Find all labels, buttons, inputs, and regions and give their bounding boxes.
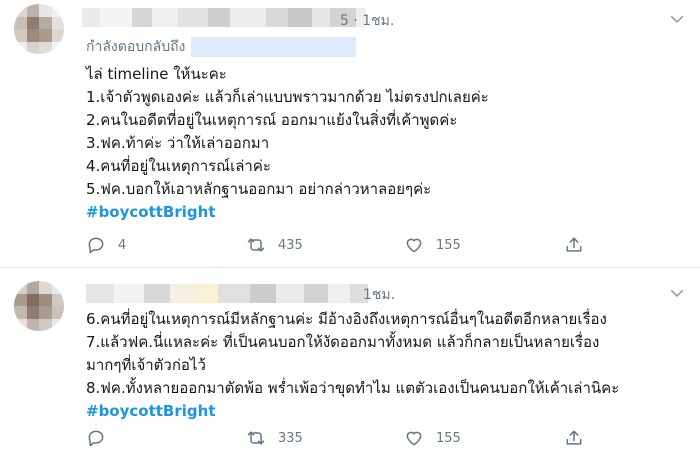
- tweet-text: ไล่ timeline ให้นะคะ 1.เจ้าตัวพูดเองค่ะ …: [86, 63, 682, 224]
- reply-icon: [88, 237, 104, 254]
- reply-button[interactable]: [86, 428, 118, 448]
- replying-to: กำลังตอบกลับถึง: [86, 36, 357, 58]
- blurred-reply-handle[interactable]: [191, 37, 357, 57]
- tweet-line: 1.เจ้าตัวพูดเองค่ะ แล้วก็เล่าแบบพราวมากด…: [86, 88, 489, 106]
- like-count: 155: [436, 430, 461, 446]
- blurred-username[interactable]: [86, 284, 368, 303]
- heart-icon: [406, 238, 422, 253]
- like-button[interactable]: 155: [404, 235, 461, 255]
- tweet-line: ไล่ timeline ให้นะคะ: [86, 65, 227, 83]
- like-count: 155: [436, 237, 461, 253]
- avatar[interactable]: [14, 4, 64, 54]
- tweet-line: 4.คนที่อยู่ในเหตุการณ์เล่าค่ะ: [86, 157, 271, 175]
- tweet-line: 5.ฟค.บอกให้เอาหลักฐานออกมา อย่ากล่าวหาลอ…: [86, 180, 432, 198]
- blurred-username[interactable]: [82, 8, 366, 27]
- tweet-timestamp[interactable]: 5 · 1ชม.: [340, 10, 394, 32]
- retweet-icon: [247, 431, 265, 445]
- tweet-actions: 4 435 155: [86, 235, 606, 259]
- tweet-actions: 335 155: [86, 428, 606, 452]
- chevron-down-icon[interactable]: [668, 284, 686, 302]
- tweet-reply-2[interactable]: 1ชม. 6.คนที่อยู่ในเหตุการณ์มีหลักฐานค่ะ …: [0, 268, 700, 463]
- retweet-icon: [247, 238, 265, 252]
- share-icon: [566, 430, 582, 445]
- retweet-count: 335: [278, 430, 303, 446]
- reply-button[interactable]: 4: [86, 235, 126, 255]
- avatar[interactable]: [14, 281, 64, 331]
- like-button[interactable]: 155: [404, 428, 461, 448]
- tweet-text: 6.คนที่อยู่ในเหตุการณ์มีหลักฐานค่ะ มีอ้า…: [86, 308, 682, 423]
- tweet-line: 2.คนในอดีตที่อยู่ในเหตุการณ์ ออกมาแย้งใน…: [86, 111, 458, 129]
- retweet-button[interactable]: 335: [246, 428, 303, 448]
- reply-icon: [88, 430, 104, 447]
- hashtag-link[interactable]: #boycottBright: [86, 400, 682, 423]
- hashtag-link[interactable]: #boycottBright: [86, 201, 682, 224]
- retweet-count: 435: [278, 237, 303, 253]
- tweet-line: มากๆที่เจ้าตัวก่อไว้: [86, 356, 206, 374]
- share-button[interactable]: [564, 235, 584, 255]
- replying-to-label: กำลังตอบกลับถึง: [86, 39, 186, 55]
- reply-count: 4: [118, 237, 127, 253]
- tweet-timestamp[interactable]: 1ชม.: [363, 284, 395, 306]
- tweet-reply-1[interactable]: 5 · 1ชม. กำลังตอบกลับถึง ไล่ timeline ให…: [0, 0, 700, 268]
- share-icon: [566, 237, 582, 252]
- heart-icon: [406, 431, 422, 446]
- tweet-line: 8.ฟค.ทั้งหลายออกมาตัดพ้อ พร่ำเพ้อว่าขุดท…: [86, 379, 620, 397]
- tweet-line: 6.คนที่อยู่ในเหตุการณ์มีหลักฐานค่ะ มีอ้า…: [86, 310, 607, 328]
- tweet-line: 3.ฟค.ท้าค่ะ ว่าให้เล่าออกมา: [86, 134, 270, 152]
- share-button[interactable]: [564, 428, 584, 448]
- retweet-button[interactable]: 435: [246, 235, 303, 255]
- tweet-line: 7.แล้วฟค.นี่แหละค่ะ ที่เป็นคนบอกให้งัดออ…: [86, 333, 600, 351]
- chevron-down-icon[interactable]: [668, 10, 686, 28]
